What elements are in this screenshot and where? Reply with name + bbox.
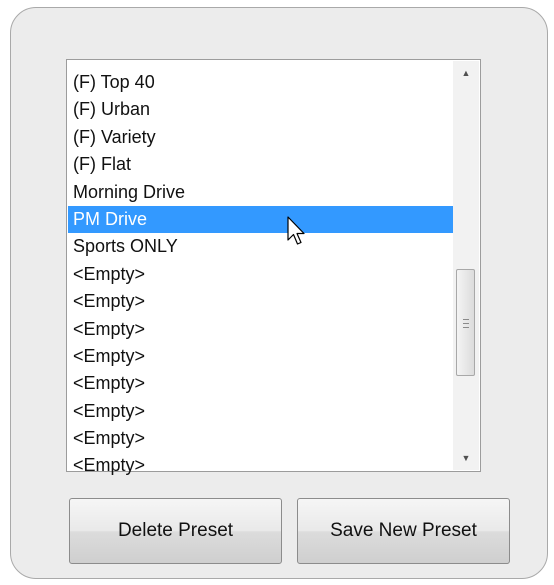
save-new-preset-button[interactable]: Save New Preset [297,498,510,564]
preset-list-item[interactable]: <Empty> [68,370,477,397]
preset-list-item-selected[interactable]: PM Drive [68,205,477,234]
scroll-up-arrow-icon[interactable]: ▲ [453,63,479,83]
scrollbar-thumb[interactable] [456,269,475,376]
scrollbar-grip-icon [463,319,469,328]
preset-list-item[interactable]: <Empty> [68,398,477,425]
preset-list-item[interactable]: <Empty> [68,425,477,452]
delete-preset-button[interactable]: Delete Preset [69,498,282,564]
mouse-pointer-cursor-icon [287,216,305,245]
preset-list-item[interactable]: <Empty> [68,343,477,370]
preset-list-item[interactable]: <Empty> [68,288,477,315]
preset-list-item[interactable]: <Empty> [68,316,477,343]
preset-list-item[interactable]: (F) Flat [68,151,477,178]
preset-list: (F) Top 40 (F) Urban (F) Variety (F) Fla… [68,69,477,480]
preset-panel: (F) Top 40 (F) Urban (F) Variety (F) Fla… [10,7,548,579]
preset-listbox[interactable]: (F) Top 40 (F) Urban (F) Variety (F) Fla… [66,59,481,475]
vertical-scrollbar[interactable]: ▲ ▼ [453,61,479,470]
preset-list-item[interactable]: Morning Drive [68,179,477,206]
scroll-down-arrow-icon[interactable]: ▼ [453,448,479,468]
preset-list-item[interactable]: (F) Urban [68,96,477,123]
preset-list-item[interactable]: Sports ONLY [68,233,477,260]
preset-list-item[interactable]: (F) Variety [68,124,477,151]
preset-list-item[interactable]: <Empty> [68,261,477,288]
preset-list-item[interactable]: <Empty> [68,452,477,479]
preset-list-item[interactable]: (F) Top 40 [68,69,477,96]
